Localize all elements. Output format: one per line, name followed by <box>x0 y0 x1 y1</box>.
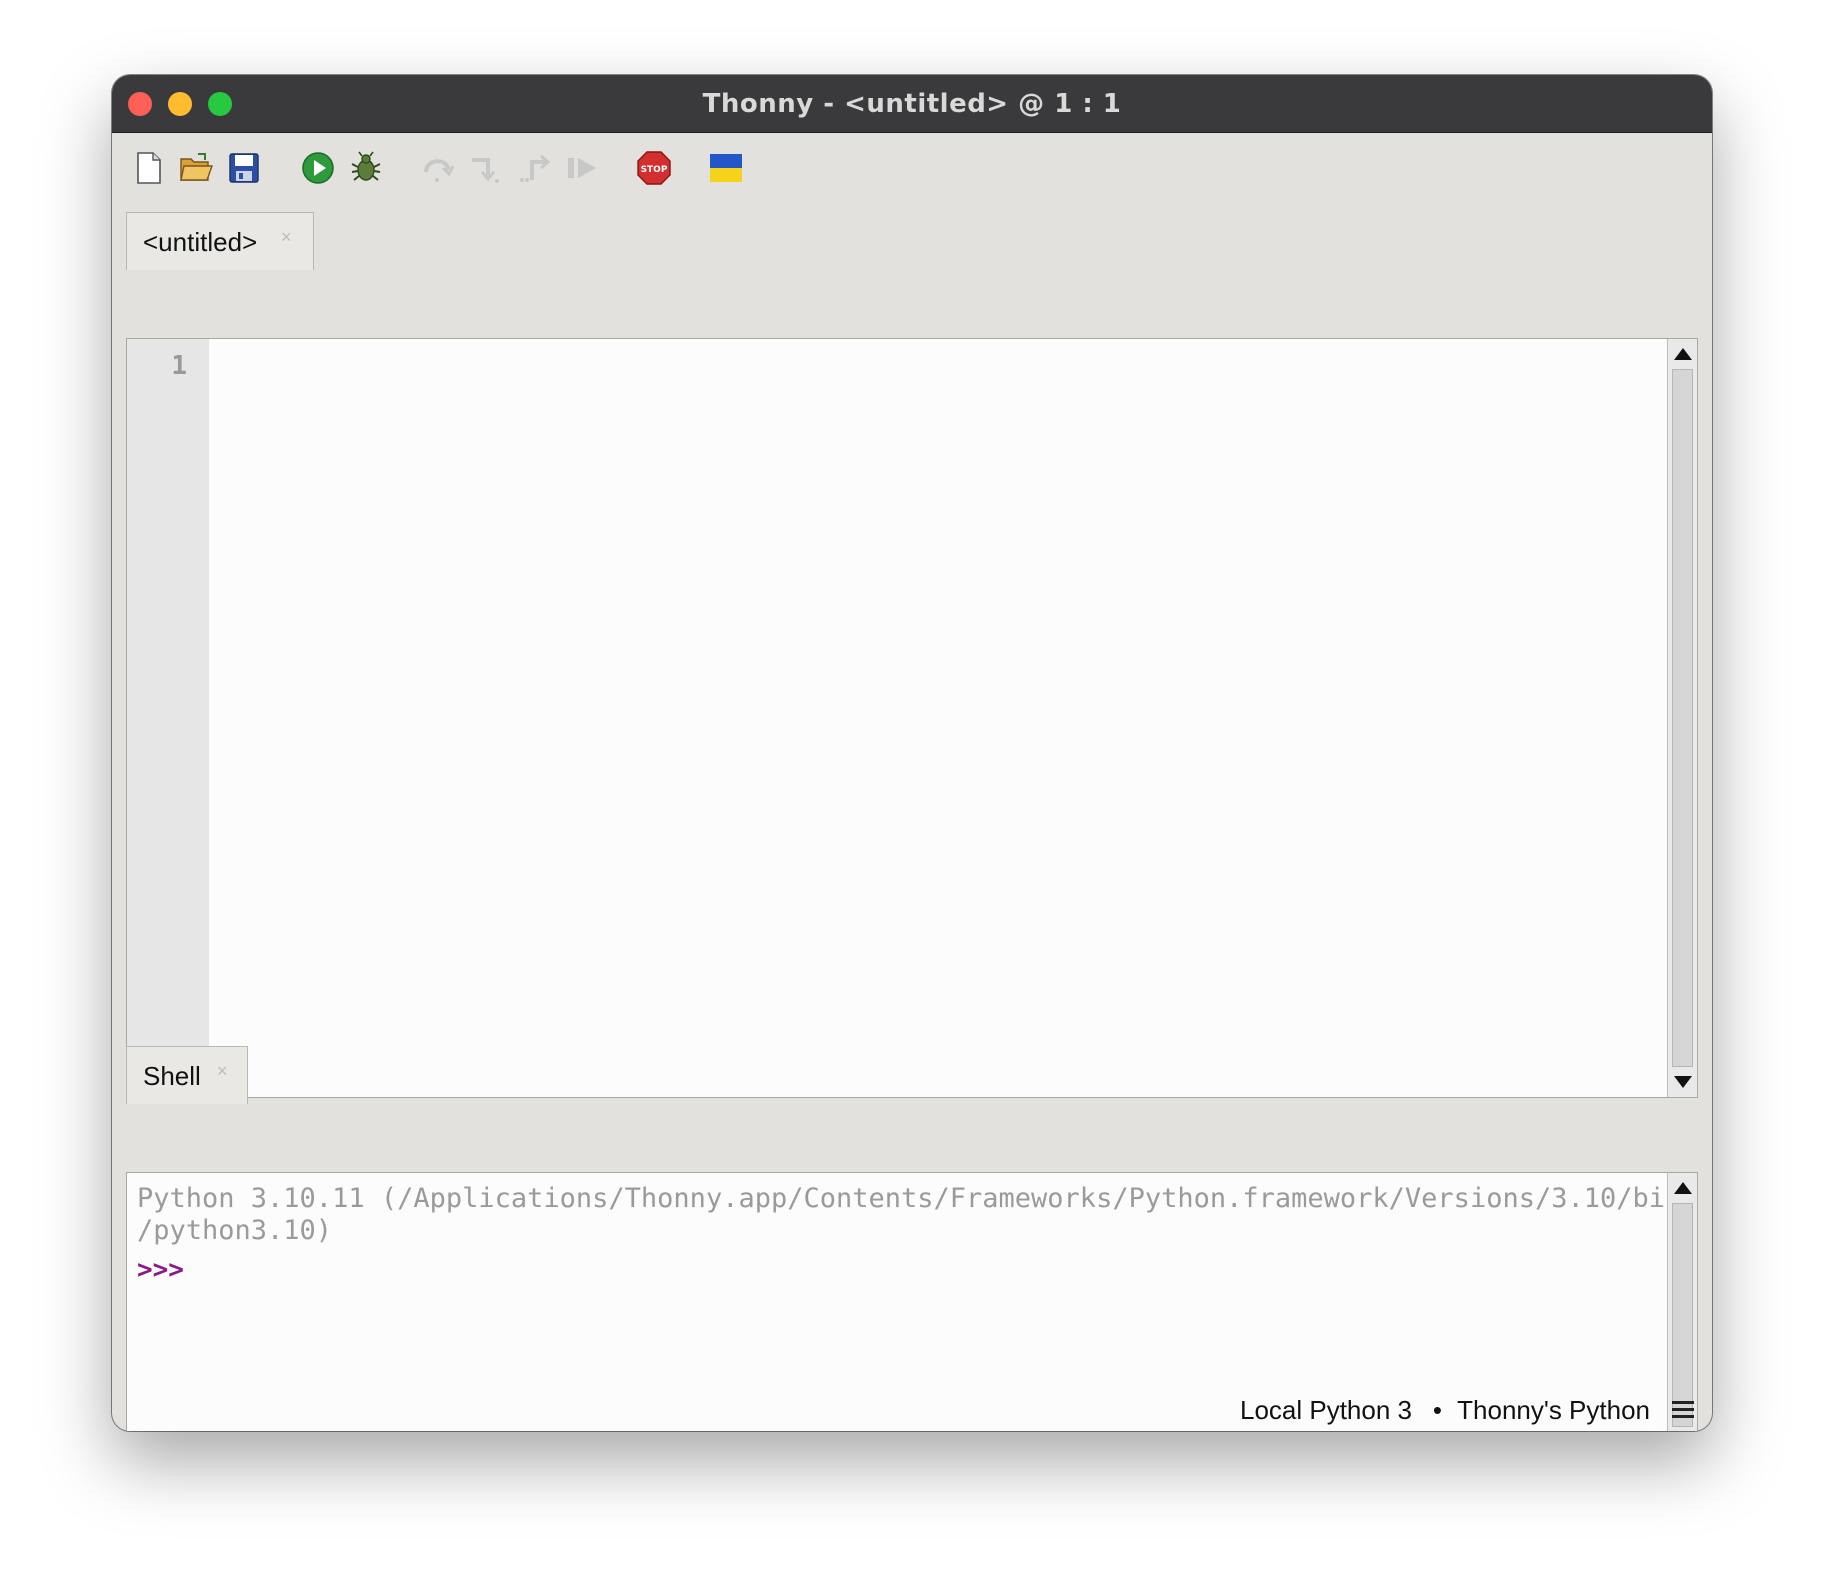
step-over-icon <box>420 150 456 186</box>
step-into-icon <box>468 150 504 186</box>
scroll-up-arrow-icon[interactable] <box>1674 1182 1692 1194</box>
tab-untitled[interactable]: <untitled> × <box>126 212 314 270</box>
hamburger-menu-icon[interactable] <box>1672 1401 1694 1419</box>
new-file-icon[interactable] <box>130 150 166 186</box>
ukraine-flag-icon[interactable] <box>708 150 744 186</box>
stop-icon[interactable]: STOP <box>636 150 672 186</box>
line-number-gutter: 1 <box>127 339 209 1097</box>
scroll-up-arrow-icon[interactable] <box>1674 348 1692 360</box>
close-tab-icon[interactable]: × <box>281 227 292 248</box>
title-bar[interactable]: Thonny - <untitled> @ 1 : 1 <box>112 75 1712 133</box>
tab-shell[interactable]: Shell × <box>126 1046 248 1104</box>
window-title: Thonny - <untitled> @ 1 : 1 <box>702 89 1122 119</box>
scrollbar-thumb[interactable] <box>1672 369 1693 1067</box>
stop-label: STOP <box>641 165 668 175</box>
resume-icon <box>564 150 600 186</box>
open-folder-icon[interactable] <box>178 150 214 186</box>
tab-label: <untitled> <box>143 227 258 257</box>
save-disk-icon[interactable] <box>226 150 262 186</box>
python-name-label[interactable]: Thonny's Python <box>1457 1395 1650 1426</box>
shell-prompt: >>> <box>137 1255 184 1285</box>
line-number: 1 <box>171 351 187 381</box>
debug-bug-icon[interactable] <box>348 150 384 186</box>
tab-label: Shell <box>143 1061 201 1091</box>
status-separator: • <box>1432 1395 1442 1425</box>
run-icon[interactable] <box>300 150 336 186</box>
status-bar: Local Python 3 • Thonny's Python <box>112 1385 1712 1431</box>
thonny-window: Thonny - <untitled> @ 1 : 1 STOP <untitl… <box>112 75 1712 1431</box>
interpreter-label[interactable]: Local Python 3 <box>1240 1395 1412 1426</box>
shell-tab-bar: Shell × <box>126 1041 1698 1104</box>
python-banner: Python 3.10.11 (/Applications/Thonny.app… <box>137 1183 1681 1247</box>
banner-line: /python3.10) <box>137 1215 333 1246</box>
close-tab-icon[interactable]: × <box>217 1061 228 1082</box>
editor-scrollbar[interactable] <box>1667 339 1697 1097</box>
step-out-icon <box>516 150 552 186</box>
banner-line: Python 3.10.11 (/Applications/Thonny.app… <box>137 1183 1682 1214</box>
code-editor[interactable]: 1 <box>126 338 1698 1098</box>
editor-tab-bar: <untitled> × <box>126 207 1698 270</box>
